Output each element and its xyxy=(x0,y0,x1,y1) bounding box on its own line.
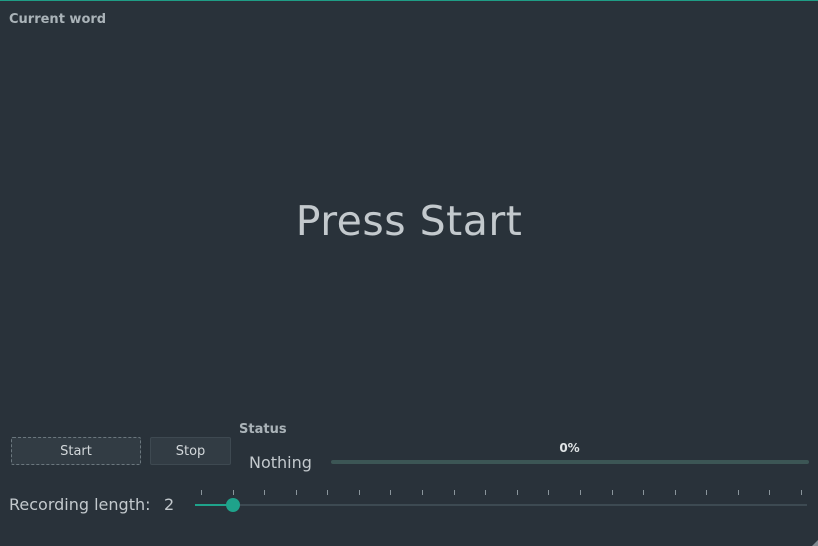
slider-tick xyxy=(264,490,266,495)
main-window: Current word Press Start Start Stop Stat… xyxy=(0,0,818,546)
current-word-group-title: Current word xyxy=(9,12,107,27)
slider-tick xyxy=(485,490,487,495)
slider-tick xyxy=(453,490,455,495)
slider-tick xyxy=(579,490,581,495)
slider-tick xyxy=(769,490,771,495)
start-button[interactable]: Start xyxy=(11,437,141,465)
slider-tick xyxy=(737,490,739,495)
slider-track xyxy=(195,504,807,506)
stop-button[interactable]: Stop xyxy=(150,437,231,465)
slider-tick xyxy=(295,490,297,495)
slider-tick xyxy=(422,490,424,495)
current-word-display: Press Start xyxy=(295,197,523,245)
status-text: Nothing xyxy=(249,453,312,472)
slider-tick xyxy=(706,490,708,495)
slider-tick xyxy=(643,490,645,495)
resize-grip-icon[interactable] xyxy=(812,540,818,546)
status-group-title: Status xyxy=(239,422,287,437)
slider-tick xyxy=(516,490,518,495)
slider-tick xyxy=(674,490,676,495)
slider-tick xyxy=(327,490,329,495)
slider-tick xyxy=(232,490,234,495)
progress-bar xyxy=(331,460,809,464)
slider-tick xyxy=(611,490,613,495)
recording-length-label: Recording length: xyxy=(9,495,151,514)
slider-handle[interactable] xyxy=(225,498,240,512)
slider-tick xyxy=(201,490,202,495)
slider-tick xyxy=(801,490,802,495)
progress-percent-label: 0% xyxy=(559,441,580,455)
recording-length-slider[interactable] xyxy=(195,487,809,517)
slider-tick xyxy=(548,490,550,495)
slider-tick xyxy=(358,490,360,495)
slider-tick xyxy=(390,490,392,495)
recording-length-value: 2 xyxy=(164,495,175,514)
